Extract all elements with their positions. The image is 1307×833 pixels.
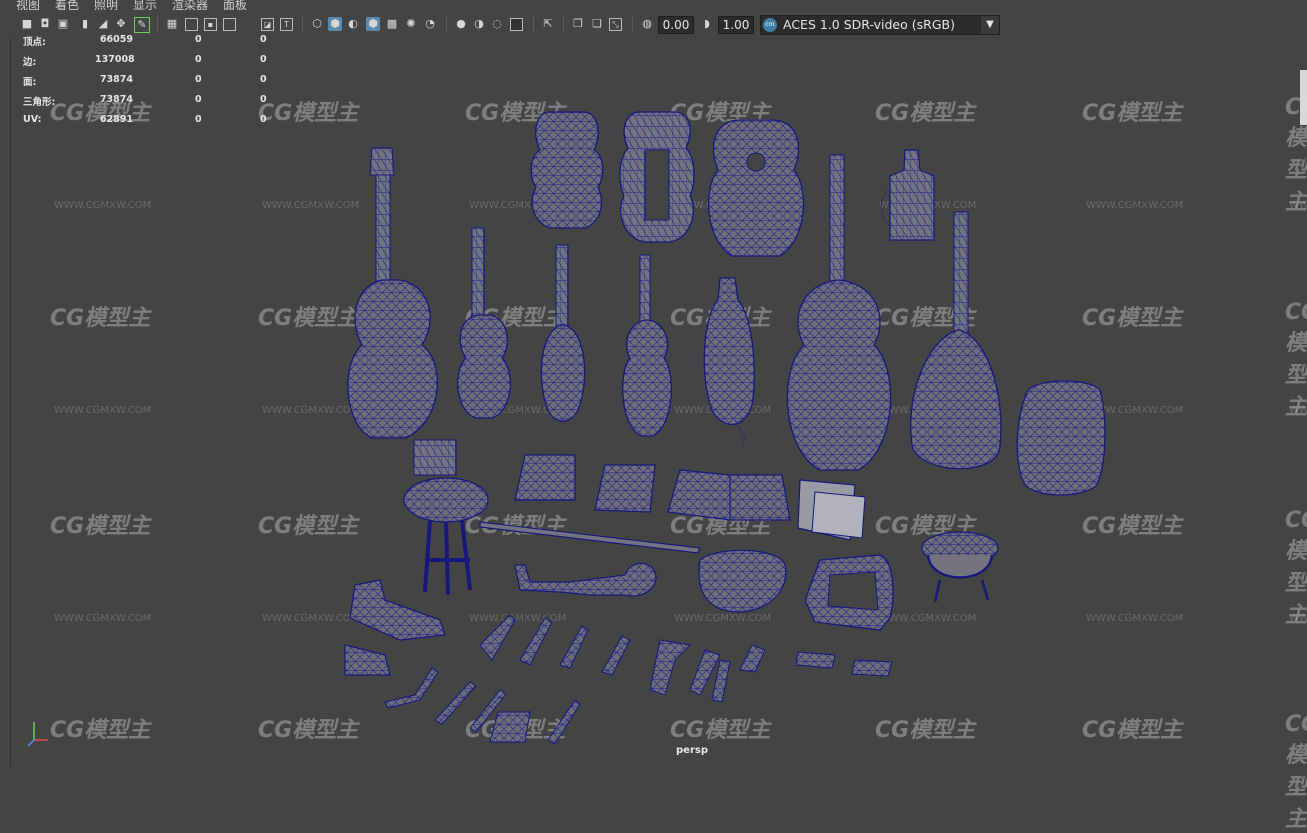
lantern-model[interactable] [880,149,935,241]
stool-model[interactable] [403,439,489,596]
paper-sheets-model[interactable] [797,479,866,541]
guitar-small-model[interactable] [457,227,511,419]
violin-model[interactable] [622,254,672,437]
barrel-model[interactable] [1016,380,1106,496]
book-thin-model[interactable] [594,464,656,513]
bowl-model[interactable] [921,531,999,603]
rib-clamp-model[interactable] [804,554,894,631]
pliers-model[interactable] [689,644,766,703]
violin-back-model[interactable] [530,111,604,229]
hand-plane-model[interactable] [349,579,446,641]
violin-mold-model[interactable] [698,549,787,613]
hud-row-edges: 边: 137008 0 0 [23,54,267,68]
mandolin-model[interactable] [540,244,586,422]
scroll-piece-model[interactable] [514,562,657,597]
hud-row-vertices: 顶点: 66059 0 0 [23,34,267,48]
axis-gizmo [27,722,48,747]
violin-rib-model[interactable] [619,111,695,243]
lute-model[interactable] [910,211,1002,470]
hud-row-triangles: 三角形: 73874 0 0 [23,94,267,108]
book-open-model[interactable] [667,469,791,521]
double-bass-model[interactable] [347,147,438,439]
violin-bow-model[interactable] [479,521,701,554]
knife-set-model[interactable] [384,667,581,745]
clamp-pieces-model[interactable] [795,651,893,677]
camera-name-label: persp [676,745,708,756]
chisel-set-model[interactable] [479,614,692,696]
hud-row-uvs: UV: 62891 0 0 [23,114,267,125]
hud-row-faces: 面: 73874 0 0 [23,74,267,88]
hurdy-gurdy-model[interactable] [703,277,755,447]
small-plane-model[interactable] [344,644,391,676]
guitar-top-model[interactable] [707,119,805,257]
book-closed-model[interactable] [514,454,576,501]
